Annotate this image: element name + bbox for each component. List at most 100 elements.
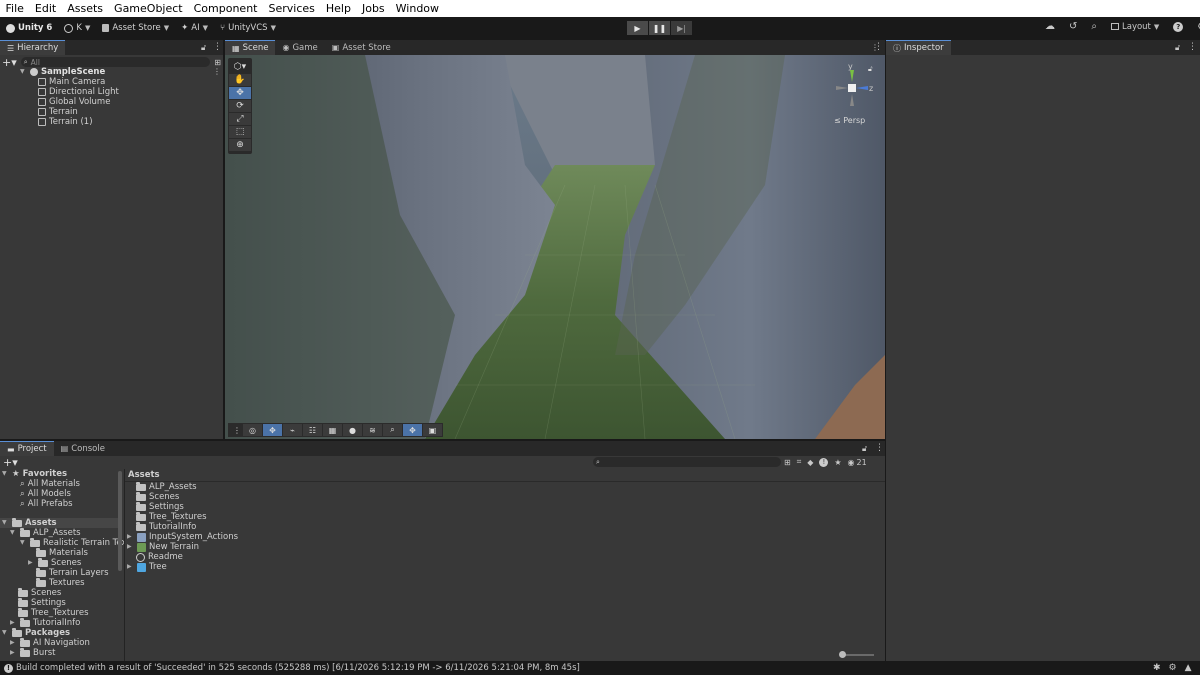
expand-icon[interactable]: ▶ [127, 562, 134, 572]
package-row[interactable]: ▶ Burst [10, 647, 55, 658]
tab-game[interactable]: ◉ Game [275, 40, 325, 55]
gizmo-lock-icon[interactable]: 🔓︎ [868, 65, 873, 74]
tag-icon[interactable]: ◆ [807, 458, 813, 467]
transform-tool-button[interactable]: ⊕ [229, 139, 251, 151]
play-button[interactable]: ▶ [627, 21, 648, 35]
hierarchy-item[interactable]: Terrain [38, 107, 78, 117]
expand-icon[interactable]: ▶ [10, 618, 17, 628]
persp-label[interactable]: ≤ Persp [834, 116, 865, 125]
scene-view[interactable] [225, 55, 885, 439]
menu-window[interactable]: Window [390, 2, 444, 15]
menu-assets[interactable]: Assets [62, 2, 109, 15]
file-item[interactable]: Tree_Textures [136, 511, 207, 522]
hierarchy-item[interactable]: Global Volume [38, 97, 110, 107]
assets-root-row[interactable]: ▼ Assets [0, 517, 118, 528]
folder-row[interactable]: ▼ Realistic Terrain Textu [20, 537, 124, 548]
folder-row[interactable]: Textures [36, 577, 85, 588]
file-item[interactable]: ▶ Tree [127, 562, 167, 572]
folder-row[interactable]: ▼ ALP_Assets [10, 527, 81, 538]
account-dropdown[interactable]: K ▼ [58, 21, 96, 35]
shading-button[interactable]: ● [343, 424, 362, 436]
lock-icon[interactable]: 🔓︎ [201, 43, 206, 53]
project-search-input[interactable]: ⌕ [593, 457, 781, 467]
inspector-lock-icon[interactable]: 🔓︎ [1175, 43, 1180, 53]
vcs-dropdown[interactable]: ⑂ UnityVCS ▼ [214, 21, 282, 35]
orientation-gizmo[interactable]: y z [832, 62, 873, 118]
folder-row[interactable]: ▶ Scenes [28, 557, 81, 568]
expand-icon[interactable]: ▶ [10, 648, 17, 658]
bug-icon[interactable]: ✱ [1153, 663, 1161, 673]
create-button[interactable]: +▾ [3, 456, 18, 469]
folder-row[interactable]: Materials [36, 547, 88, 558]
hierarchy-item[interactable]: Main Camera [38, 77, 105, 87]
favorite-item[interactable]: ⌕ All Models [20, 489, 71, 499]
file-item[interactable]: ▶ New Terrain [127, 542, 199, 552]
menu-services[interactable]: Services [263, 2, 320, 15]
tab-asset-store[interactable]: ▣ Asset Store [324, 40, 398, 55]
camera-button[interactable]: ▣ [423, 424, 442, 436]
expand-icon[interactable]: ▶ [28, 558, 35, 568]
inspector-more-icon[interactable]: ⋮ [1188, 42, 1197, 52]
folder-row[interactable]: Tree_Textures [18, 607, 89, 618]
scene-row[interactable]: ▼ SampleScene [20, 67, 220, 77]
project-lock-icon[interactable]: 🔓︎ [862, 444, 867, 454]
asset-store-dropdown[interactable]: Asset Store ▼ [96, 21, 175, 35]
unity-button[interactable]: Unity 6 [0, 21, 58, 35]
expand-icon[interactable]: ▼ [20, 538, 27, 548]
menu-help[interactable]: Help [320, 2, 356, 15]
expand-icon[interactable]: ▼ [2, 628, 9, 638]
expand-icon[interactable]: ▶ [127, 532, 134, 542]
tree-divider[interactable] [124, 469, 125, 661]
lock-icon[interactable]: ⋮ [871, 43, 879, 52]
history-icon[interactable]: ↺ [1069, 21, 1077, 32]
status-message[interactable]: Build completed with a result of 'Succee… [16, 663, 580, 673]
favorite-item[interactable]: ⌕ All Prefabs [20, 499, 73, 509]
move-button[interactable]: ✥ [403, 424, 422, 436]
add-button[interactable]: +▾ [2, 56, 17, 69]
breadcrumb[interactable]: Assets [128, 470, 160, 480]
help-icon[interactable]: ? [1173, 21, 1184, 32]
folder-row[interactable]: Settings [18, 597, 66, 608]
hierarchy-item[interactable]: Terrain (1) [38, 117, 93, 127]
file-item[interactable]: ▶ InputSystem_Actions [127, 532, 238, 542]
draw-mode-button[interactable]: ⋮ [232, 424, 242, 436]
step-button[interactable]: ▶| [671, 21, 692, 35]
notification-icon[interactable]: ▲ [1185, 663, 1192, 673]
pause-button[interactable]: ❚❚ [649, 21, 670, 35]
global-button[interactable]: ◎ [243, 424, 262, 436]
slider-thumb[interactable] [839, 651, 846, 658]
project-more-icon[interactable]: ⋮ [875, 443, 884, 453]
menu-component[interactable]: Component [188, 2, 263, 15]
menu-gameobject[interactable]: GameObject [109, 2, 189, 15]
warning-filter-icon[interactable]: ! [819, 457, 829, 467]
file-item[interactable]: Settings [136, 501, 184, 512]
expand-icon[interactable]: ▼ [2, 518, 9, 528]
layout-dropdown[interactable]: Layout ▼ [1111, 22, 1159, 32]
search-button[interactable]: ⌕ [383, 424, 402, 436]
expand-icon[interactable]: ▼ [2, 469, 9, 479]
folder-row[interactable]: Terrain Layers [36, 567, 109, 578]
favorites-row[interactable]: ▼ ★ Favorites [2, 469, 67, 479]
rect-tool-button[interactable]: ⬚ [229, 126, 251, 138]
network-icon[interactable]: ⚙ [1169, 663, 1177, 673]
rotate-tool-button[interactable]: ⟳ [229, 100, 251, 112]
star-icon[interactable]: ★ [834, 458, 841, 467]
package-row[interactable]: ▶ AI Navigation [10, 637, 90, 648]
search-icon[interactable]: ⌕ [1091, 21, 1097, 32]
search-by-type-icon[interactable]: ⊞ [784, 458, 791, 467]
snap-button[interactable]: ⌁ [283, 424, 302, 436]
file-item[interactable]: TutorialInfo [136, 521, 196, 532]
file-item[interactable]: Scenes [136, 491, 179, 502]
tree-scrollbar[interactable] [118, 471, 122, 571]
scene-more-icon[interactable]: ⋮ [213, 67, 221, 76]
more-icon[interactable]: ⋮ [213, 42, 222, 52]
adjust-button[interactable]: ☷ [303, 424, 322, 436]
scale-tool-button[interactable]: ⤢ [229, 113, 251, 125]
menu-file[interactable]: File [0, 2, 29, 15]
tab-console[interactable]: ▤ Console [53, 441, 112, 456]
hand-tool-button[interactable]: ✋ [229, 74, 251, 86]
expand-icon[interactable]: ▶ [127, 542, 134, 552]
expand-icon[interactable]: ▼ [20, 67, 27, 77]
file-item[interactable]: ALP_Assets [136, 481, 197, 492]
grid-button[interactable]: ▦ [323, 424, 342, 436]
